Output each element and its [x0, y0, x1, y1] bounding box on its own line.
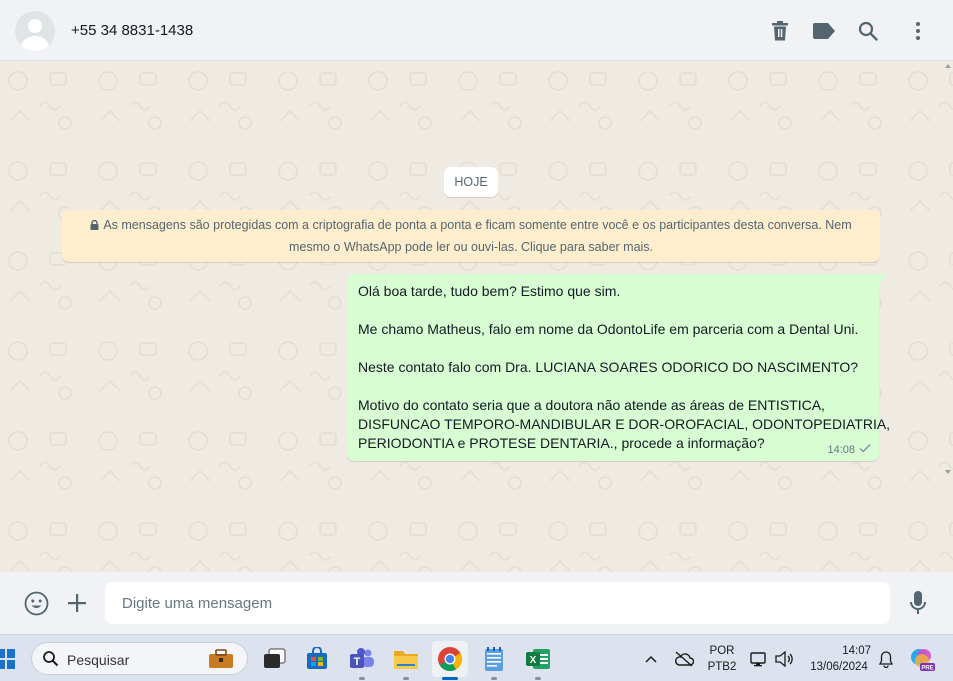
taskbar-search-placeholder: Pesquisar [67, 652, 130, 668]
chevron-up-icon[interactable] [640, 641, 662, 677]
conversation-panel[interactable]: HOJE As mensagens são protegidas com a c… [0, 61, 953, 572]
encryption-notice[interactable]: As mensagens são protegidas com a cripto… [62, 210, 880, 262]
message-line: PERIODONTIA e PROTESE DENTARIA., procede… [358, 435, 765, 451]
chat-header: +55 34 8831-1438 [0, 0, 953, 61]
contact-name[interactable]: +55 34 8831-1438 [71, 22, 193, 39]
windows-start-icon[interactable] [0, 641, 18, 677]
language-code: POR [709, 645, 735, 657]
microphone-icon[interactable] [905, 590, 931, 616]
clock[interactable]: 14:07 13/06/2024 [804, 643, 874, 675]
single-check-icon [859, 443, 871, 456]
excel-icon[interactable]: X [520, 641, 556, 680]
message-line: Olá boa tarde, tudo bem? Estimo que sim. [358, 283, 621, 299]
menu-icon[interactable] [906, 19, 930, 43]
encryption-notice-text-2: mesmo o WhatsApp pode ler ou ouvi-las. C… [288, 240, 654, 254]
briefcase-icon [208, 649, 234, 674]
scroll-up-arrow[interactable] [945, 64, 951, 68]
taskbar-search[interactable]: Pesquisar [31, 642, 248, 675]
notifications-icon[interactable] [874, 641, 898, 677]
svg-text:T: T [354, 656, 361, 668]
message-time: 14:08 [827, 443, 855, 456]
plus-icon[interactable] [64, 590, 90, 616]
volume-icon[interactable] [772, 641, 796, 677]
message-line: Neste contato falo com Dra. LUCIANA SOAR… [358, 359, 858, 375]
message-line: Motivo do contato seria que a doutora nã… [358, 397, 825, 413]
emoji-icon[interactable] [23, 590, 49, 616]
task-view-icon[interactable] [256, 641, 292, 677]
chrome-icon[interactable] [432, 641, 468, 680]
contact-avatar[interactable] [15, 11, 55, 51]
cloud-offline-icon[interactable] [671, 641, 697, 677]
keyboard-layout: PTB2 [707, 661, 737, 673]
message-input[interactable] [105, 582, 890, 624]
message-line: Me chamo Matheus, falo em nome da Odonto… [358, 321, 859, 337]
language-indicator[interactable]: POR PTB2 [704, 643, 740, 675]
clock-time: 14:07 [842, 645, 871, 657]
outgoing-message[interactable]: Olá boa tarde, tudo bem? Estimo que sim.… [347, 274, 891, 461]
file-explorer-icon[interactable] [388, 641, 424, 680]
svg-text:X: X [530, 655, 537, 666]
network-icon[interactable] [748, 641, 770, 677]
svg-text:PRE: PRE [921, 666, 933, 672]
message-meta: 14:08 [827, 443, 871, 456]
scroll-down-arrow[interactable] [945, 470, 951, 474]
encryption-notice-text-1: As mensagens são protegidas com a cripto… [103, 218, 852, 232]
lock-icon [90, 216, 99, 237]
windows-taskbar: Pesquisar T X POR PTB2 14:07 13/06/2024 … [0, 634, 953, 681]
message-composer [0, 572, 953, 634]
notepad-icon[interactable] [476, 641, 512, 680]
clock-date: 13/06/2024 [810, 661, 868, 673]
teams-icon[interactable]: T [344, 641, 380, 680]
microsoft-store-icon[interactable] [299, 641, 335, 677]
bubble-tail [879, 274, 887, 284]
delete-icon[interactable] [768, 19, 792, 43]
label-icon[interactable] [812, 19, 836, 43]
search-icon[interactable] [856, 19, 880, 43]
message-line: DISFUNCAO TEMPORO-MANDIBULAR E DOR-OROFA… [358, 416, 891, 432]
date-divider: HOJE [444, 167, 498, 197]
copilot-icon[interactable]: PRE [906, 641, 938, 677]
search-icon [42, 650, 59, 672]
